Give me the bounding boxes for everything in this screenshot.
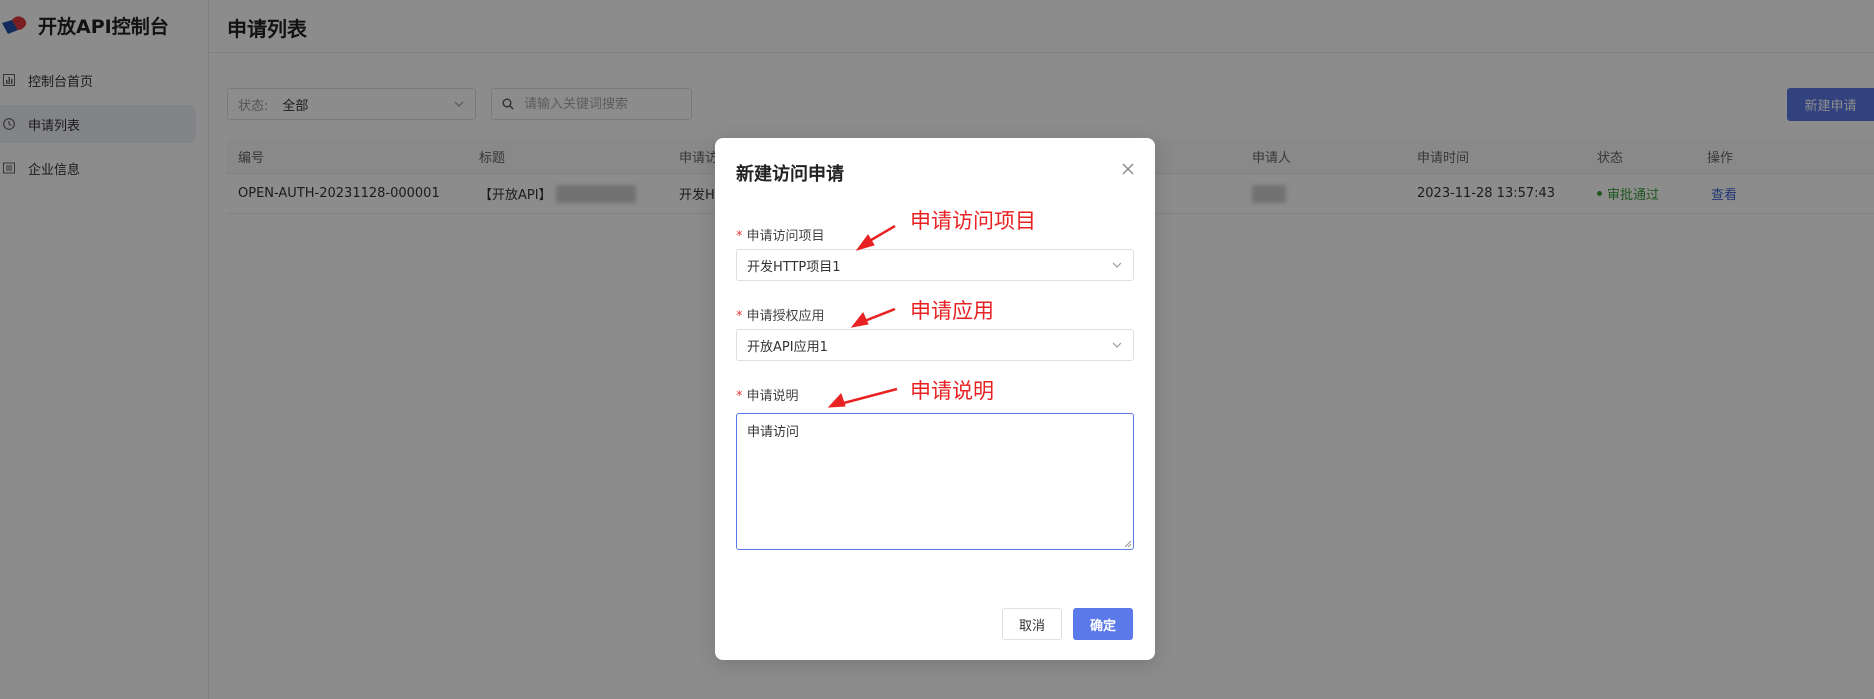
annotation-arrows (827, 224, 898, 408)
arrow-icon (827, 224, 898, 408)
